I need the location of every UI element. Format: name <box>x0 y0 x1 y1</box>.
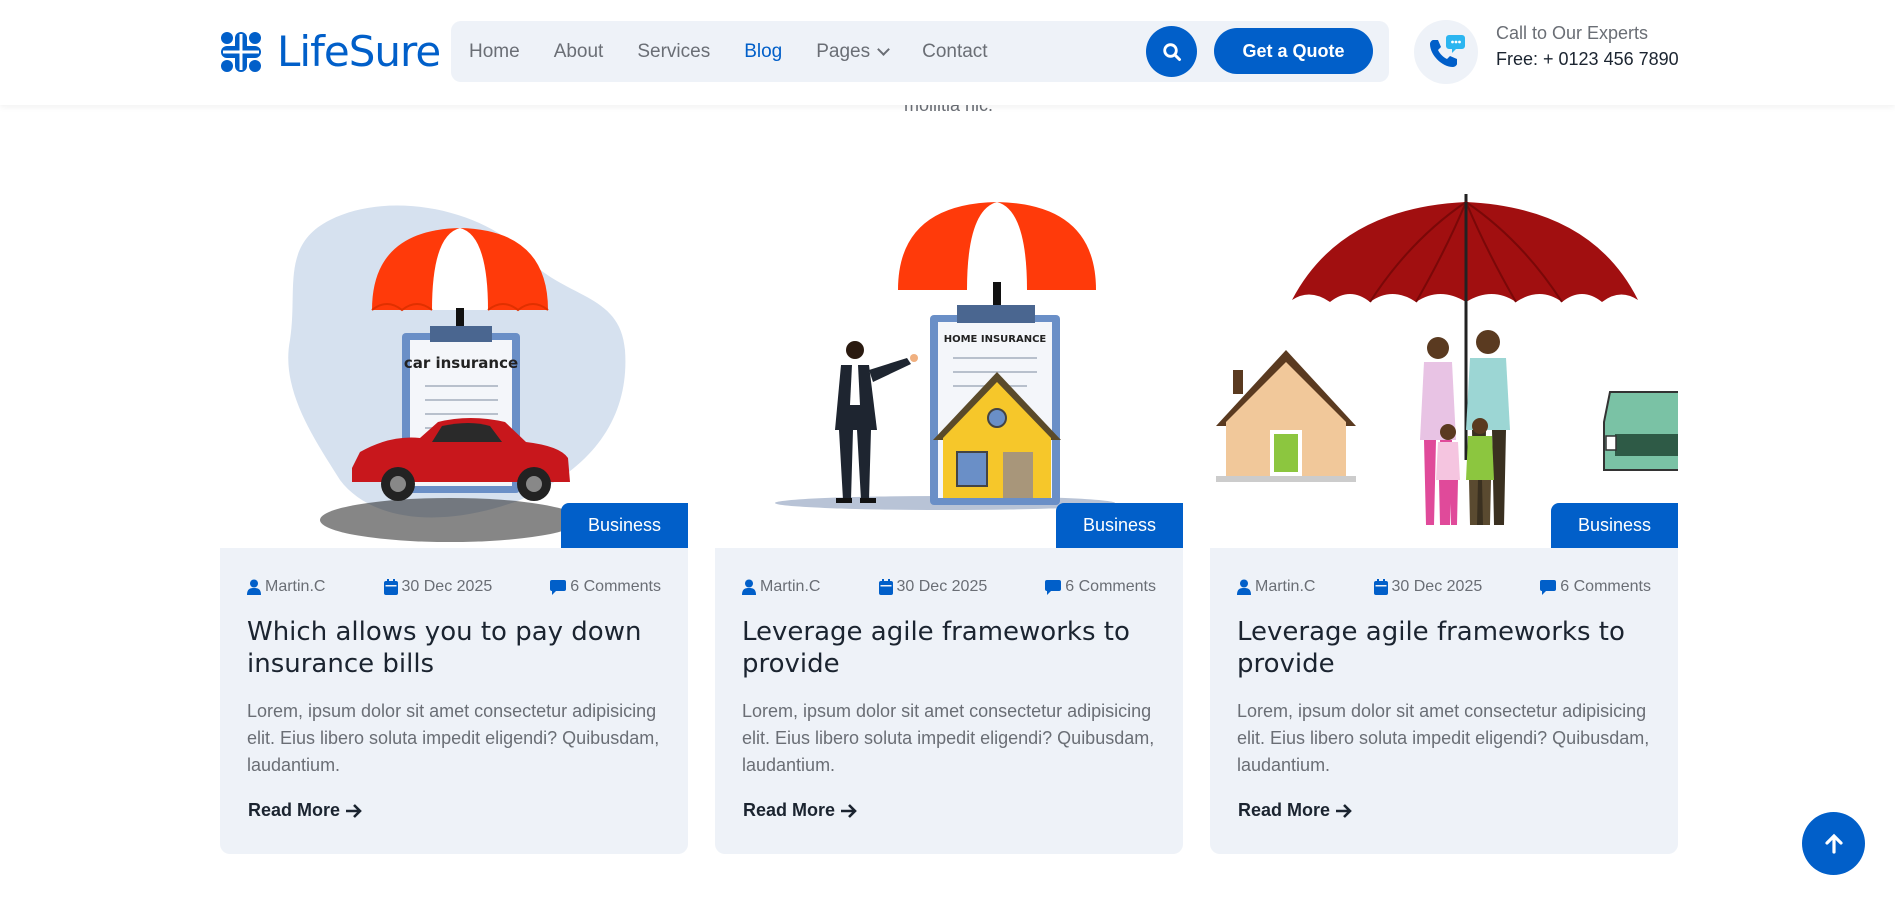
comment-icon <box>550 580 567 595</box>
read-more-label: Read More <box>248 800 341 820</box>
card-body: Martin.C 30 Dec 2025 6 Comments Leverage… <box>715 548 1183 854</box>
contact-info: Call to Our Experts Free: + 0123 456 789… <box>1496 22 1679 70</box>
brand-logo[interactable]: LifeSure <box>219 27 441 76</box>
card-body: Martin.C 30 Dec 2025 6 Comments Which al… <box>220 548 688 854</box>
post-meta: Martin.C 30 Dec 2025 6 Comments <box>247 576 661 598</box>
post-title[interactable]: Which allows you to pay down insurance b… <box>247 616 667 680</box>
nav-services[interactable]: Services <box>637 41 710 63</box>
read-more-label: Read More <box>743 800 836 820</box>
main-nav: Home About Services Blog Pages Contact G… <box>451 21 1389 82</box>
post-title[interactable]: Leverage agile frameworks to provide <box>742 616 1162 680</box>
nav-contact[interactable]: Contact <box>922 41 987 63</box>
post-comments[interactable]: 6 Comments <box>1045 578 1156 596</box>
nav-pages[interactable]: Pages <box>816 40 890 63</box>
back-to-top-button[interactable] <box>1802 812 1865 875</box>
post-date: 30 Dec 2025 <box>1373 578 1483 596</box>
read-more-link[interactable]: Read More <box>743 800 858 821</box>
blog-card: car insurance Business Martin.C 30 Dec 2… <box>220 190 688 854</box>
nav-home[interactable]: Home <box>469 41 520 63</box>
blog-card: HOME INSURANCE Business Martin.C 30 Dec … <box>715 190 1183 854</box>
comment-icon <box>1540 580 1557 595</box>
post-author[interactable]: Martin.C <box>1237 578 1315 596</box>
car-insurance-illustration[interactable]: car insurance Business <box>220 190 688 548</box>
nav-blog[interactable]: Blog <box>744 41 782 63</box>
family-insurance-image <box>1216 194 1678 525</box>
site-header: LifeSure Home About Services Blog Pages … <box>0 0 1895 105</box>
comments-text: 6 Comments <box>1560 578 1651 595</box>
comment-icon <box>1045 580 1062 595</box>
arrow-right-icon <box>346 803 362 818</box>
post-excerpt: Lorem, ipsum dolor sit amet consectetur … <box>247 701 660 775</box>
arrow-right-icon <box>1336 803 1352 818</box>
user-icon <box>1237 579 1251 595</box>
post-author[interactable]: Martin.C <box>247 578 325 596</box>
chevron-down-icon <box>877 42 890 56</box>
card-body: Martin.C 30 Dec 2025 6 Comments Leverage… <box>1210 548 1678 854</box>
date-text: 30 Dec 2025 <box>401 578 493 595</box>
comments-text: 6 Comments <box>570 578 661 595</box>
read-more-link[interactable]: Read More <box>248 800 363 821</box>
blog-card: Business Martin.C 30 Dec 2025 6 Comments… <box>1210 190 1678 854</box>
nav-pages-label: Pages <box>816 40 871 62</box>
logo-icon <box>221 31 261 72</box>
phone-chat-icon <box>1430 35 1465 67</box>
post-title[interactable]: Leverage agile frameworks to provide <box>1237 616 1657 680</box>
post-comments[interactable]: 6 Comments <box>1540 578 1651 596</box>
read-more-link[interactable]: Read More <box>1238 800 1353 821</box>
calendar-icon <box>878 579 893 595</box>
author-name: Martin.C <box>265 578 326 595</box>
nav-about[interactable]: About <box>554 41 604 63</box>
date-text: 30 Dec 2025 <box>1391 578 1483 595</box>
arrow-up-icon <box>1824 833 1843 854</box>
calendar-icon <box>383 579 398 595</box>
post-author[interactable]: Martin.C <box>742 578 820 596</box>
category-badge[interactable]: Business <box>1551 503 1678 548</box>
home-insurance-image: HOME INSURANCE <box>775 202 1115 510</box>
arrow-right-icon <box>841 803 857 818</box>
get-quote-button[interactable]: Get a Quote <box>1214 28 1373 74</box>
author-name: Martin.C <box>760 578 821 595</box>
car-insurance-image: car insurance <box>288 205 626 542</box>
call-icon-wrap[interactable] <box>1414 20 1478 84</box>
comments-text: 6 Comments <box>1065 578 1156 595</box>
post-excerpt: Lorem, ipsum dolor sit amet consectetur … <box>742 701 1155 775</box>
contact-label: Call to Our Experts <box>1496 23 1649 43</box>
family-insurance-illustration[interactable]: Business <box>1210 190 1678 548</box>
post-excerpt: Lorem, ipsum dolor sit amet consectetur … <box>1237 701 1650 775</box>
calendar-icon <box>1373 579 1388 595</box>
search-button[interactable] <box>1146 26 1197 77</box>
read-more-label: Read More <box>1238 800 1331 820</box>
home-insurance-illustration[interactable]: HOME INSURANCE Business <box>715 190 1183 548</box>
contact-number[interactable]: Free: + 0123 456 7890 <box>1496 48 1679 70</box>
car-insurance-text: car insurance <box>404 354 518 372</box>
home-insurance-text: HOME INSURANCE <box>944 334 1047 345</box>
post-meta: Martin.C 30 Dec 2025 6 Comments <box>742 576 1156 598</box>
user-icon <box>247 579 261 595</box>
post-meta: Martin.C 30 Dec 2025 6 Comments <box>1237 576 1651 598</box>
user-icon <box>742 579 756 595</box>
category-badge[interactable]: Business <box>1056 503 1183 548</box>
post-comments[interactable]: 6 Comments <box>550 578 661 596</box>
date-text: 30 Dec 2025 <box>896 578 988 595</box>
category-badge[interactable]: Business <box>561 503 688 548</box>
post-date: 30 Dec 2025 <box>383 578 493 596</box>
brand-name: LifeSure <box>277 27 441 76</box>
post-date: 30 Dec 2025 <box>878 578 988 596</box>
search-icon <box>1162 42 1181 61</box>
author-name: Martin.C <box>1255 578 1316 595</box>
